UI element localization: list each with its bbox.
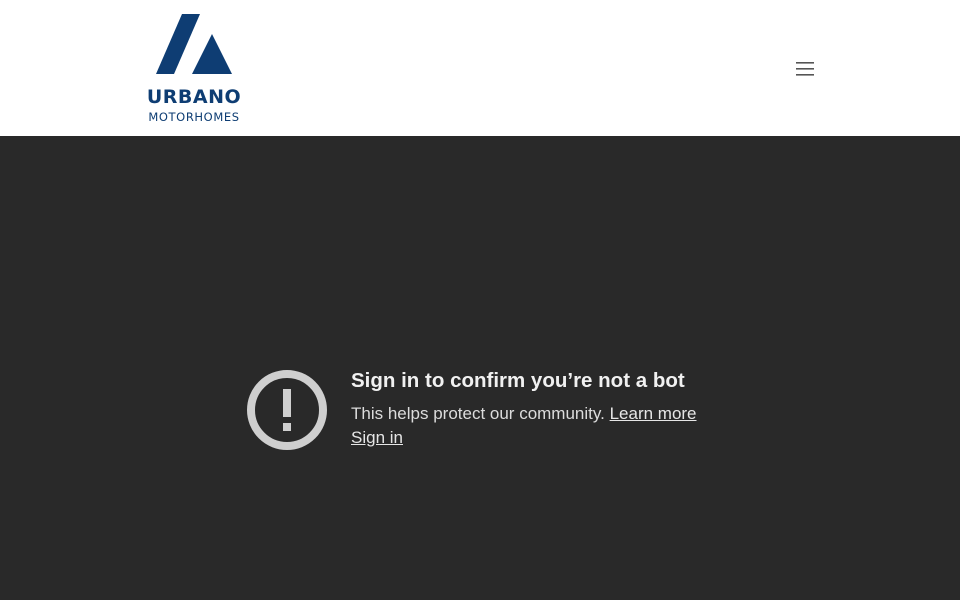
learn-more-link[interactable]: Learn more — [610, 404, 697, 423]
error-title: Sign in to confirm you’re not a bot — [351, 369, 685, 392]
hamburger-menu-icon — [796, 62, 814, 76]
urbano-logo[interactable]: URBANO MOTORHOMES — [138, 12, 250, 126]
error-message: Sign in to confirm you’re not a bot This… — [351, 368, 771, 450]
menu-button[interactable] — [790, 56, 820, 82]
error-body: This helps protect our community. Learn … — [351, 402, 771, 450]
logo-subtitle: MOTORHOMES — [148, 110, 240, 124]
error-body-text: This helps protect our community. — [351, 404, 605, 423]
logo-mark-icon — [156, 14, 232, 74]
site-header: URBANO MOTORHOMES — [0, 0, 960, 136]
video-player-error: Sign in to confirm you’re not a bot This… — [0, 136, 960, 600]
logo-name: URBANO — [146, 86, 242, 108]
alert-circle-icon — [247, 370, 327, 450]
sign-in-link[interactable]: Sign in — [351, 428, 403, 447]
